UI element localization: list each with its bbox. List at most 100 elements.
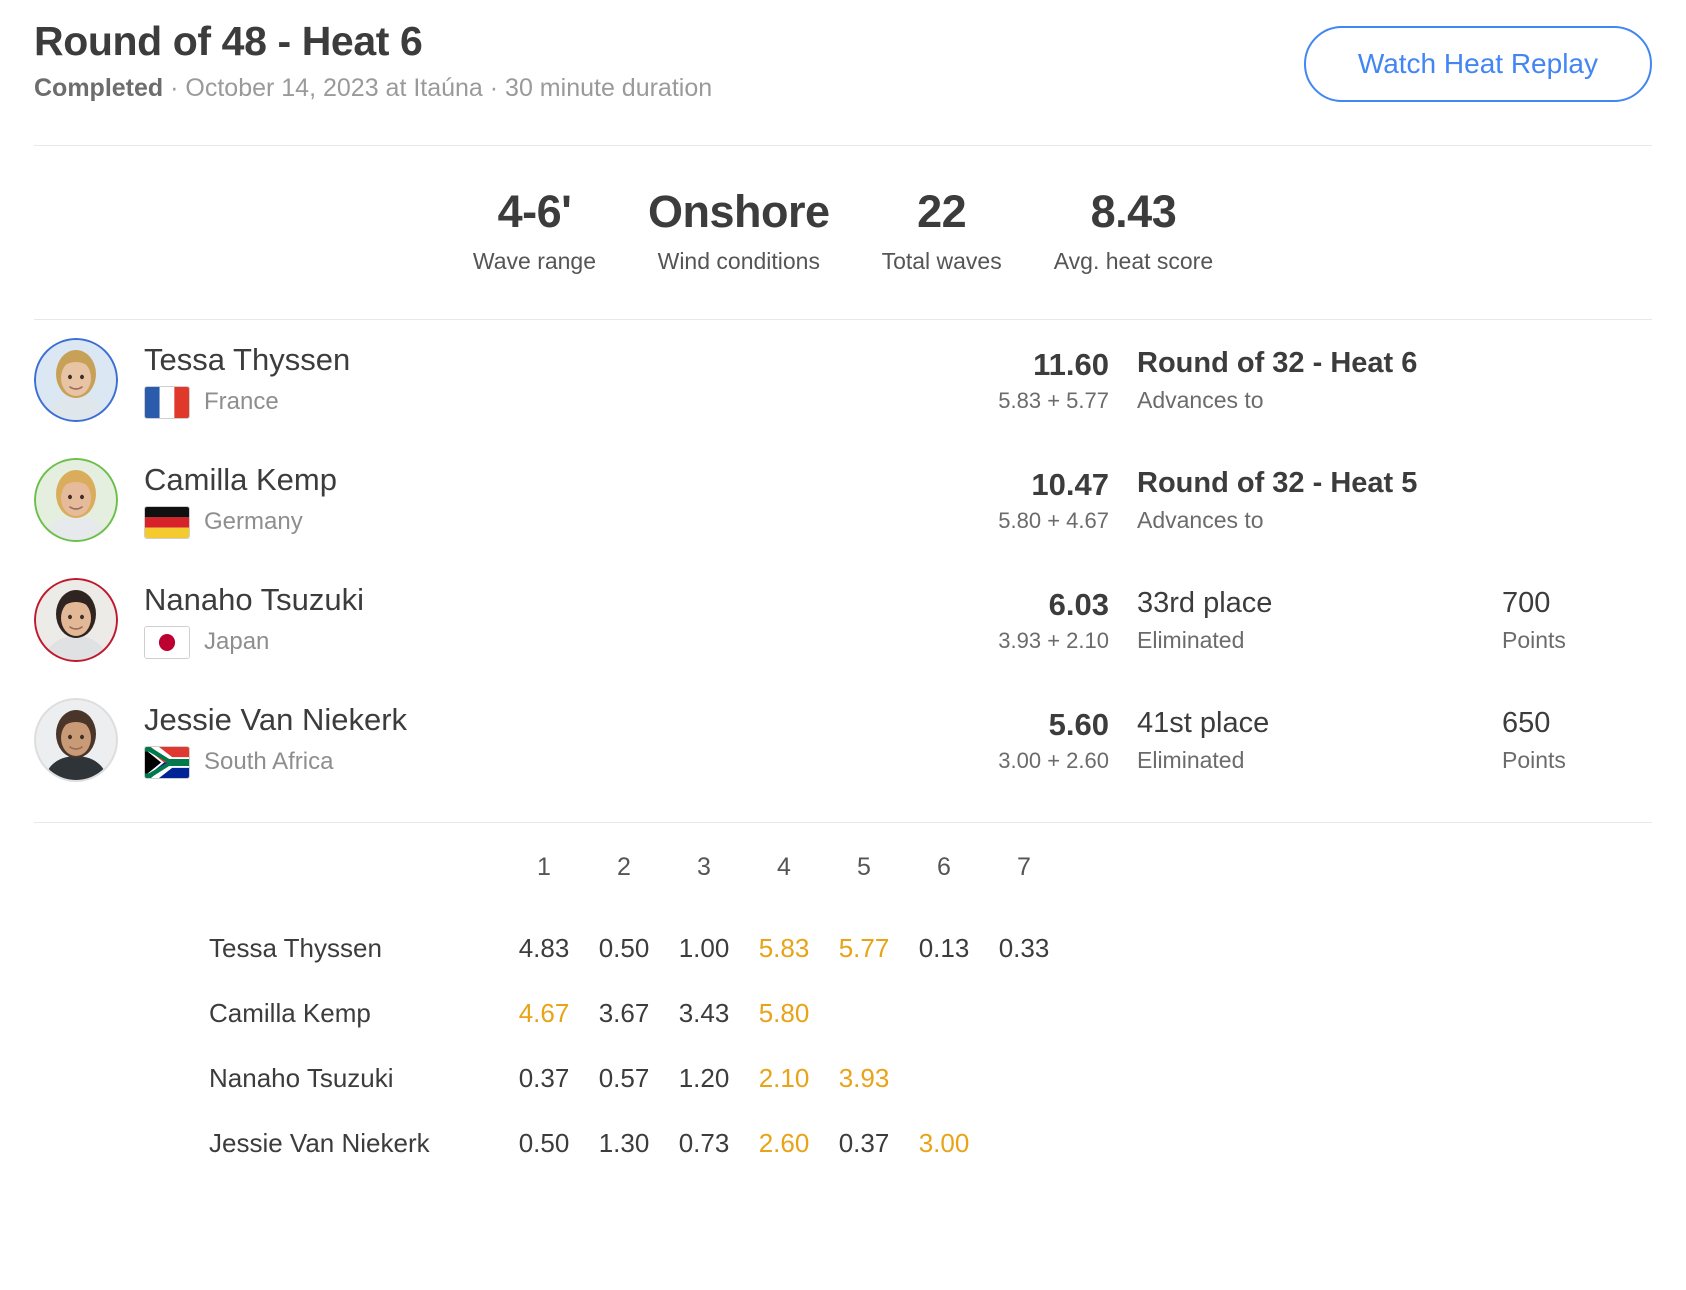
athlete-result: 41st place Eliminated [1137, 706, 1502, 774]
athlete-country: France [144, 385, 947, 419]
athlete-result: Round of 32 - Heat 6 Advances to [1137, 346, 1502, 414]
heat-header-text: Round of 48 - Heat 6 Completed · October… [34, 14, 712, 103]
athlete-list: Tessa Thyssen France 11.60 5.83 + 5.77 Round… [0, 320, 1686, 800]
stat-label: Wind conditions [657, 248, 820, 275]
wave-table-row: Camilla Kemp 4.67 3.67 3.43 5.80 [209, 981, 1064, 1046]
heat-meta: Completed · October 14, 2023 at Itaúna ·… [34, 73, 712, 103]
athlete-row[interactable]: Jessie Van Niekerk South Africa 5.60 3.00 +… [34, 680, 1652, 800]
wave-row-athlete-name: Camilla Kemp [209, 998, 371, 1029]
country-name: Germany [204, 508, 303, 536]
wave-score: 0.50 [518, 1128, 570, 1159]
wave-scores-table: 1 2 3 4 5 6 7 Tessa Thyssen 4.83 0.50 1.00 5.83 5.7… [209, 853, 1064, 1176]
wave-score: 4.83 [518, 933, 570, 964]
athlete-score: 11.60 5.83 + 5.77 [947, 346, 1137, 414]
wave-score-counted: 3.00 [918, 1128, 970, 1159]
wave-column-header: 2 [617, 853, 631, 882]
result-status: Advances to [1137, 387, 1264, 414]
wave-column-header: 3 [697, 853, 711, 882]
wave-column-header: 4 [777, 853, 791, 882]
points-value: 700 [1502, 587, 1551, 620]
score-total: 10.47 [1031, 467, 1109, 503]
athlete-score: 6.03 3.93 + 2.10 [947, 586, 1137, 654]
athlete-name: Jessie Van Niekerk [144, 702, 408, 738]
wave-table-name-header [209, 853, 504, 916]
heat-header: Round of 48 - Heat 6 Completed · October… [0, 0, 1686, 103]
result-status: Advances to [1137, 507, 1264, 534]
stat-total-waves: 22 Total waves [856, 188, 1028, 275]
stat-label: Avg. heat score [1053, 248, 1214, 275]
score-breakdown: 3.00 + 2.60 [998, 748, 1109, 774]
athlete-name: Nanaho Tsuzuki [144, 582, 365, 618]
stat-value: Onshore [648, 186, 830, 238]
avatar-photo [36, 700, 116, 781]
wave-score-counted: 2.10 [758, 1063, 810, 1094]
athlete-identity: Jessie Van Niekerk South Africa [144, 702, 947, 779]
wave-score-counted: 3.93 [838, 1063, 890, 1094]
wave-score: 0.73 [678, 1128, 730, 1159]
stat-wind-conditions: Onshore Wind conditions [622, 188, 856, 275]
wave-table-row: Tessa Thyssen 4.83 0.50 1.00 5.83 5.77 0.13 0.3… [209, 916, 1064, 981]
wave-score: 0.13 [918, 933, 970, 964]
athlete-country: Germany [144, 505, 947, 539]
wave-column-header: 6 [937, 853, 951, 882]
wave-score [824, 981, 904, 1046]
score-total: 5.60 [1048, 707, 1109, 743]
athlete-row[interactable]: Camilla Kemp Germany 10.47 5.80 + 4.67 Round… [34, 440, 1652, 560]
result-title: 33rd place [1137, 587, 1273, 620]
result-title: Round of 32 - Heat 6 [1137, 347, 1418, 380]
country-name: South Africa [204, 748, 334, 776]
wave-score [904, 981, 984, 1046]
wave-scores-section: 1 2 3 4 5 6 7 Tessa Thyssen 4.83 0.50 1.00 5.83 5.7… [0, 822, 1686, 1176]
watch-heat-replay-button[interactable]: Watch Heat Replay [1303, 26, 1652, 102]
score-breakdown: 5.83 + 5.77 [998, 388, 1109, 414]
stat-value: 8.43 [1090, 186, 1177, 238]
avatar-photo [36, 340, 116, 421]
athlete-identity: Camilla Kemp Germany [144, 462, 947, 539]
athlete-row[interactable]: Tessa Thyssen France 11.60 5.83 + 5.77 Round… [34, 320, 1652, 440]
result-title: Round of 32 - Heat 5 [1137, 467, 1418, 500]
wave-score [984, 981, 1064, 1046]
wave-score: 1.30 [598, 1128, 650, 1159]
points-label: Points [1502, 747, 1566, 774]
wave-score-counted: 4.67 [518, 998, 570, 1029]
wave-score-counted: 5.80 [758, 998, 810, 1029]
athlete-points: 650 Points [1502, 706, 1652, 774]
wave-column-header: 5 [857, 853, 871, 882]
athlete-name: Camilla Kemp [144, 462, 337, 498]
athlete-identity: Nanaho Tsuzuki Japan [144, 582, 947, 659]
wave-score-counted: 5.77 [838, 933, 890, 964]
country-name: Japan [204, 628, 270, 656]
wave-score: 0.57 [598, 1063, 650, 1094]
wave-score [984, 1111, 1064, 1176]
wave-row-athlete-name: Tessa Thyssen [209, 933, 382, 964]
south-africa-flag [144, 745, 190, 779]
wave-score-counted: 5.83 [758, 933, 810, 964]
stat-wave-range: 4-6' Wave range [447, 188, 622, 275]
stat-avg-heat-score: 8.43 Avg. heat score [1028, 188, 1239, 275]
wave-score-counted: 2.60 [758, 1128, 810, 1159]
heat-results-page: Round of 48 - Heat 6 Completed · October… [0, 0, 1686, 1290]
athlete-country: South Africa [144, 745, 947, 779]
wave-table-row: Jessie Van Niekerk 0.50 1.30 0.73 2.60 0.37 3.… [209, 1111, 1064, 1176]
wave-score [984, 1046, 1064, 1111]
athlete-identity: Tessa Thyssen France [144, 342, 947, 419]
avatar [34, 458, 118, 543]
france-flag [144, 385, 190, 419]
result-status: Eliminated [1137, 627, 1245, 654]
score-total: 11.60 [1033, 347, 1109, 383]
wave-score: 0.50 [598, 933, 650, 964]
score-total: 6.03 [1048, 587, 1109, 623]
wave-score: 0.37 [518, 1063, 570, 1094]
avatar [34, 338, 118, 423]
wave-score: 0.33 [998, 933, 1050, 964]
wave-table-divider [34, 822, 1652, 824]
wave-table-head: 1 2 3 4 5 6 7 [209, 853, 1064, 916]
stat-value: 22 [917, 186, 967, 238]
athlete-row[interactable]: Nanaho Tsuzuki Japan 6.03 3.93 + 2.10 33rd p… [34, 560, 1652, 680]
wave-score: 1.00 [678, 933, 730, 964]
stat-label: Wave range [472, 248, 597, 275]
avatar-photo [36, 580, 116, 661]
result-status: Eliminated [1137, 747, 1245, 774]
athlete-result: Round of 32 - Heat 5 Advances to [1137, 466, 1502, 534]
athlete-name: Tessa Thyssen [144, 342, 351, 378]
